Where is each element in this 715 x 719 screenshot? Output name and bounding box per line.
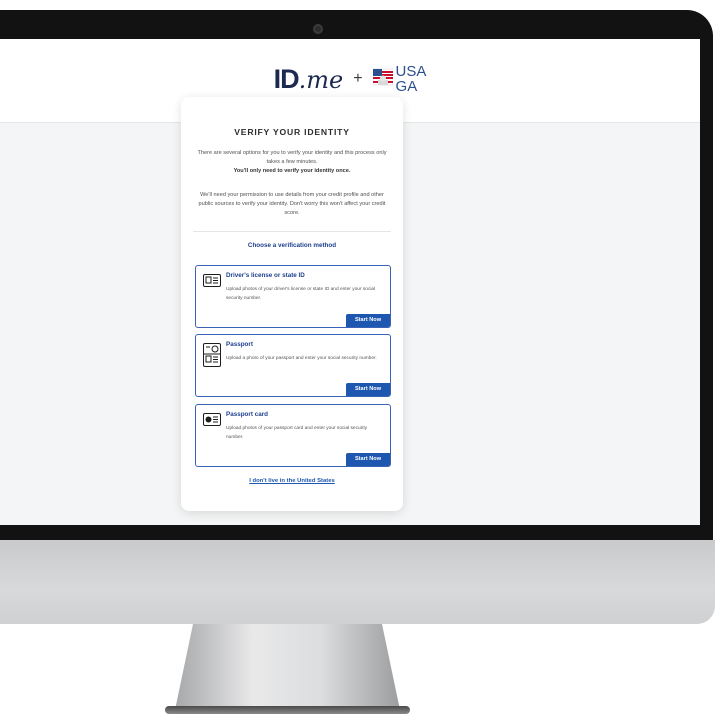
monitor-chin [0, 540, 715, 624]
start-now-button[interactable]: Start Now [346, 314, 390, 327]
flag-capitol-icon [372, 67, 393, 92]
divider [193, 231, 391, 232]
usa-ga-logo: USA GA [372, 63, 427, 95]
camera-dot [313, 24, 323, 34]
logo-me-text: .me [298, 65, 344, 94]
intro-bold-text: You'll only need to verify your identity… [233, 168, 351, 174]
passport-icon [203, 343, 221, 367]
logo-area: ID.me + USA GA [0, 61, 700, 97]
monitor-stand [175, 624, 400, 710]
choose-method-heading: Choose a verification method [247, 242, 337, 249]
option-title: Driver's license or state ID [226, 272, 305, 279]
id-card-icon [203, 274, 221, 287]
option-title: Passport [226, 341, 253, 348]
usa-text: USA [395, 63, 427, 80]
intro-text: There are several options for you to ver… [197, 150, 387, 165]
start-now-button[interactable]: Start Now [346, 383, 390, 396]
option-title: Passport card [226, 411, 268, 418]
passport-card-icon [203, 413, 221, 426]
option-desc: Upload photos of your driver's license o… [226, 287, 376, 301]
option-desc: Upload a photo of your passport and ente… [226, 356, 377, 361]
logo-id-text: ID [273, 63, 300, 94]
permission-text: We'll need your permission to use detail… [198, 192, 386, 216]
start-now-button[interactable]: Start Now [346, 453, 390, 466]
ga-text: GA [395, 78, 418, 95]
card-title: VERIFY YOUR IDENTITY [234, 127, 350, 137]
not-in-us-link[interactable]: I don't live in the United States [181, 478, 403, 484]
idme-logo[interactable]: ID.me [274, 64, 344, 95]
option-desc: Upload photos of your passport card and … [226, 426, 368, 440]
option-passport[interactable]: Passport Upload a photo of your passport… [195, 334, 391, 397]
screen: ID.me + USA GA VERIFY YOUR IDENTITY Ther… [0, 39, 700, 525]
option-drivers-license[interactable]: Driver's license or state ID Upload phot… [195, 265, 391, 328]
verify-card: VERIFY YOUR IDENTITY There are several o… [181, 97, 403, 511]
logo-plus: + [353, 70, 363, 87]
option-passport-card[interactable]: Passport card Upload photos of your pass… [195, 404, 391, 467]
monitor-base [165, 706, 410, 714]
